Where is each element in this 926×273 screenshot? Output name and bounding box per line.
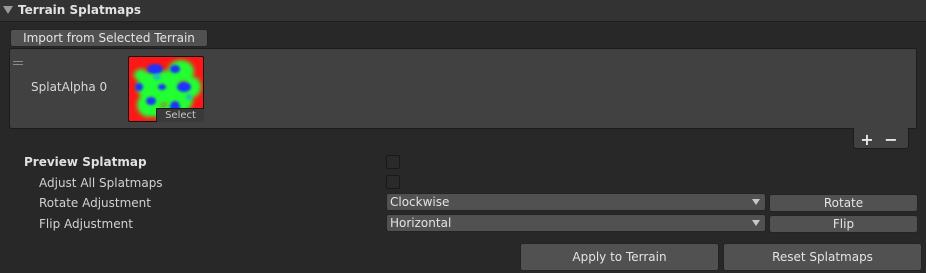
import-from-selected-terrain-button[interactable]: Import from Selected Terrain <box>10 29 208 47</box>
preview-splatmap-checkbox[interactable] <box>386 155 400 169</box>
drag-handle-icon[interactable] <box>13 61 23 67</box>
rotate-adjustment-value: Clockwise <box>390 195 450 209</box>
rotate-button[interactable]: Rotate <box>769 194 918 212</box>
reset-splatmaps-button[interactable]: Reset Splatmaps <box>723 243 922 271</box>
adjust-all-splatmaps-checkbox[interactable] <box>386 175 400 189</box>
chevron-down-icon <box>752 199 760 205</box>
foldout-triangle-icon[interactable] <box>3 5 13 15</box>
apply-to-terrain-button[interactable]: Apply to Terrain <box>520 243 719 271</box>
section-title: Terrain Splatmaps <box>18 3 142 17</box>
add-item-button[interactable]: + <box>855 129 879 149</box>
preview-splatmap-label: Preview Splatmap <box>24 155 147 169</box>
rotate-adjustment-dropdown[interactable]: Clockwise <box>386 193 766 211</box>
flip-adjustment-dropdown[interactable]: Horizontal <box>386 214 766 232</box>
flip-button[interactable]: Flip <box>769 215 918 233</box>
adjust-all-splatmaps-label: Adjust All Splatmaps <box>39 176 163 190</box>
remove-item-button[interactable]: − <box>879 129 903 149</box>
chevron-down-icon <box>752 220 760 226</box>
texture-select-button[interactable]: Select <box>156 108 204 122</box>
rotate-adjustment-label: Rotate Adjustment <box>39 196 151 210</box>
splatmap-item-label: SplatAlpha 0 <box>31 80 108 94</box>
flip-adjustment-label: Flip Adjustment <box>39 217 133 231</box>
flip-adjustment-value: Horizontal <box>390 216 452 230</box>
